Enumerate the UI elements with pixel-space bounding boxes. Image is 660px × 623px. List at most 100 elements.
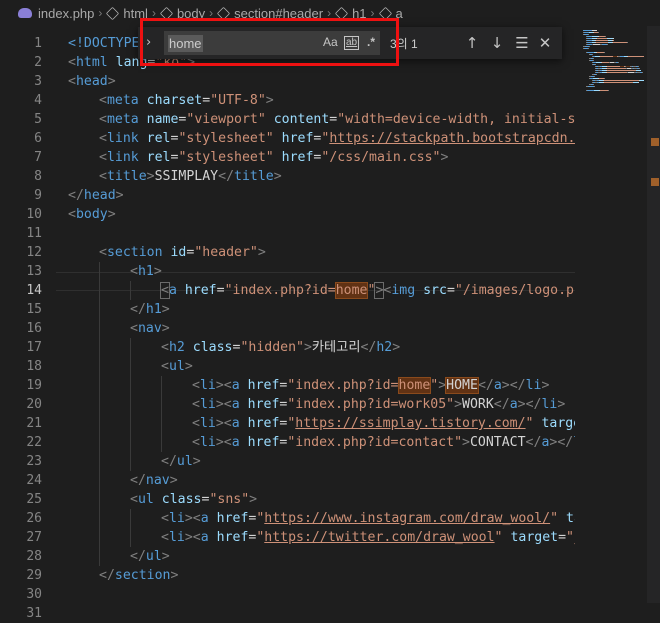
line-number: 18 (26, 359, 42, 374)
indent-guide (99, 452, 100, 471)
minimap-token (593, 44, 600, 45)
whole-word-toggle[interactable]: ab (344, 36, 360, 50)
breadcrumb-item-section[interactable]: section#header (217, 6, 323, 21)
indent-guide (99, 357, 100, 376)
indent-guide (130, 452, 131, 471)
minimap-token (595, 64, 596, 65)
minimap-token (613, 38, 614, 39)
minimap-token (607, 68, 626, 69)
selection-icon[interactable]: ☰ (512, 32, 532, 54)
code-line: <title>SSIMPLAY</title> (99, 169, 282, 184)
minimap-token (627, 42, 628, 43)
line-number: 27 (26, 530, 42, 545)
line-number: 5 (34, 112, 42, 127)
code-line: </ul> (130, 549, 170, 564)
minimap-token (589, 46, 590, 47)
minimap-token (587, 52, 594, 53)
breadcrumb-item-a[interactable]: a (378, 6, 403, 21)
indent-guide (99, 395, 100, 414)
minimap-token (596, 42, 608, 43)
minimap-token (605, 80, 637, 81)
line-number: 17 (26, 340, 42, 355)
code-line: <a href="index.php?id=home"><img src="/i… (160, 282, 575, 299)
minimap-token (605, 82, 631, 83)
line-number: 10 (26, 207, 42, 222)
line-number: 11 (26, 226, 42, 241)
minimap-token (588, 48, 589, 49)
code-line: </head> (68, 188, 124, 203)
indent-guide (99, 433, 100, 452)
line-number: 12 (26, 245, 42, 260)
cube-icon (217, 6, 231, 20)
line-number: 4 (34, 93, 42, 108)
arrow-up-icon[interactable]: ↑ (462, 32, 482, 54)
code-line: <head> (68, 74, 116, 89)
regex-toggle[interactable]: .* (367, 35, 375, 49)
code-editor[interactable]: <!DOCTYPE html><html lang="ko"><head><me… (68, 26, 575, 603)
minimap-token (639, 80, 644, 81)
chevron-right-icon[interactable]: › (146, 35, 151, 50)
line-number: 19 (26, 378, 42, 393)
minimap-token (608, 70, 634, 71)
minimap-token (642, 72, 643, 73)
minimap-token (613, 40, 614, 41)
indent-guide (161, 376, 162, 395)
line-number: 6 (34, 131, 42, 146)
code-line: <li><a href="https://www.instagram.com/d… (161, 511, 575, 526)
indent-guide (130, 281, 131, 300)
indent-guide (99, 547, 100, 566)
line-number: 28 (26, 549, 42, 564)
minimap-token (605, 36, 606, 37)
minimap-token (593, 58, 594, 59)
line-number: 2 (34, 55, 42, 70)
arrow-down-icon[interactable]: ↓ (487, 32, 507, 54)
vertical-scrollbar[interactable] (647, 26, 660, 603)
code-line: </nav> (130, 473, 178, 488)
indent-guide (99, 319, 100, 338)
minimap-token (613, 42, 627, 43)
indent-guide (99, 376, 100, 395)
indent-guide (99, 414, 100, 433)
minimap-token (587, 90, 594, 91)
close-icon[interactable]: ✕ (535, 32, 555, 54)
match-case-toggle[interactable]: Aa (323, 35, 338, 49)
line-number: 30 (26, 587, 42, 602)
code-line: <li><a href="index.php?id=work05">WORK</… (192, 397, 566, 412)
minimap-token (628, 56, 644, 57)
minimap-token (604, 52, 605, 53)
code-line: <meta name="viewport" content="width=dev… (99, 112, 575, 127)
breadcrumb-item-body[interactable]: body (159, 6, 205, 21)
minimap-token (600, 90, 608, 91)
minimap-token (583, 30, 592, 31)
code-line: <ul> (161, 359, 193, 374)
find-widget: › home Aa ab .* 3의 1 ↑ ↓ ☰ ✕ (138, 27, 562, 59)
minimap-token (639, 68, 640, 69)
line-number: 14 (26, 283, 42, 298)
breadcrumb-file[interactable]: index.php (18, 6, 94, 21)
code-line: <li><a href="index.php?id=home">HOME</a>… (192, 377, 550, 394)
line-number: 13 (26, 264, 42, 279)
line-number: 15 (26, 302, 42, 317)
indent-guide (99, 300, 100, 319)
indent-guide (130, 395, 131, 414)
breadcrumb-item-html[interactable]: html (106, 6, 148, 21)
line-number: 23 (26, 454, 42, 469)
line-number: 31 (26, 606, 42, 621)
minimap-token (607, 72, 627, 73)
find-query-text: home (168, 35, 203, 52)
php-elephant-icon (18, 8, 32, 18)
cube-icon (106, 6, 120, 20)
code-line: <link rel="stylesheet" href="https://sta… (99, 131, 575, 146)
breadcrumb: index.php › html › body › section#header… (0, 0, 660, 26)
minimap-token (596, 40, 608, 41)
minimap[interactable] (575, 26, 647, 603)
minimap-token (608, 90, 609, 91)
breadcrumb-item-h1[interactable]: h1 (334, 6, 367, 21)
indent-guide (99, 528, 100, 547)
indent-guide (99, 490, 100, 509)
minimap-token (638, 66, 639, 67)
line-number-gutter[interactable]: 1 2 3 4 5 6 7 8 9 10 11 12 13 14 15 16 17 18 19 20 21 22 23 24 2… (0, 26, 56, 621)
indent-guide (161, 433, 162, 452)
line-number: 29 (26, 568, 42, 583)
minimap-token (607, 66, 620, 67)
